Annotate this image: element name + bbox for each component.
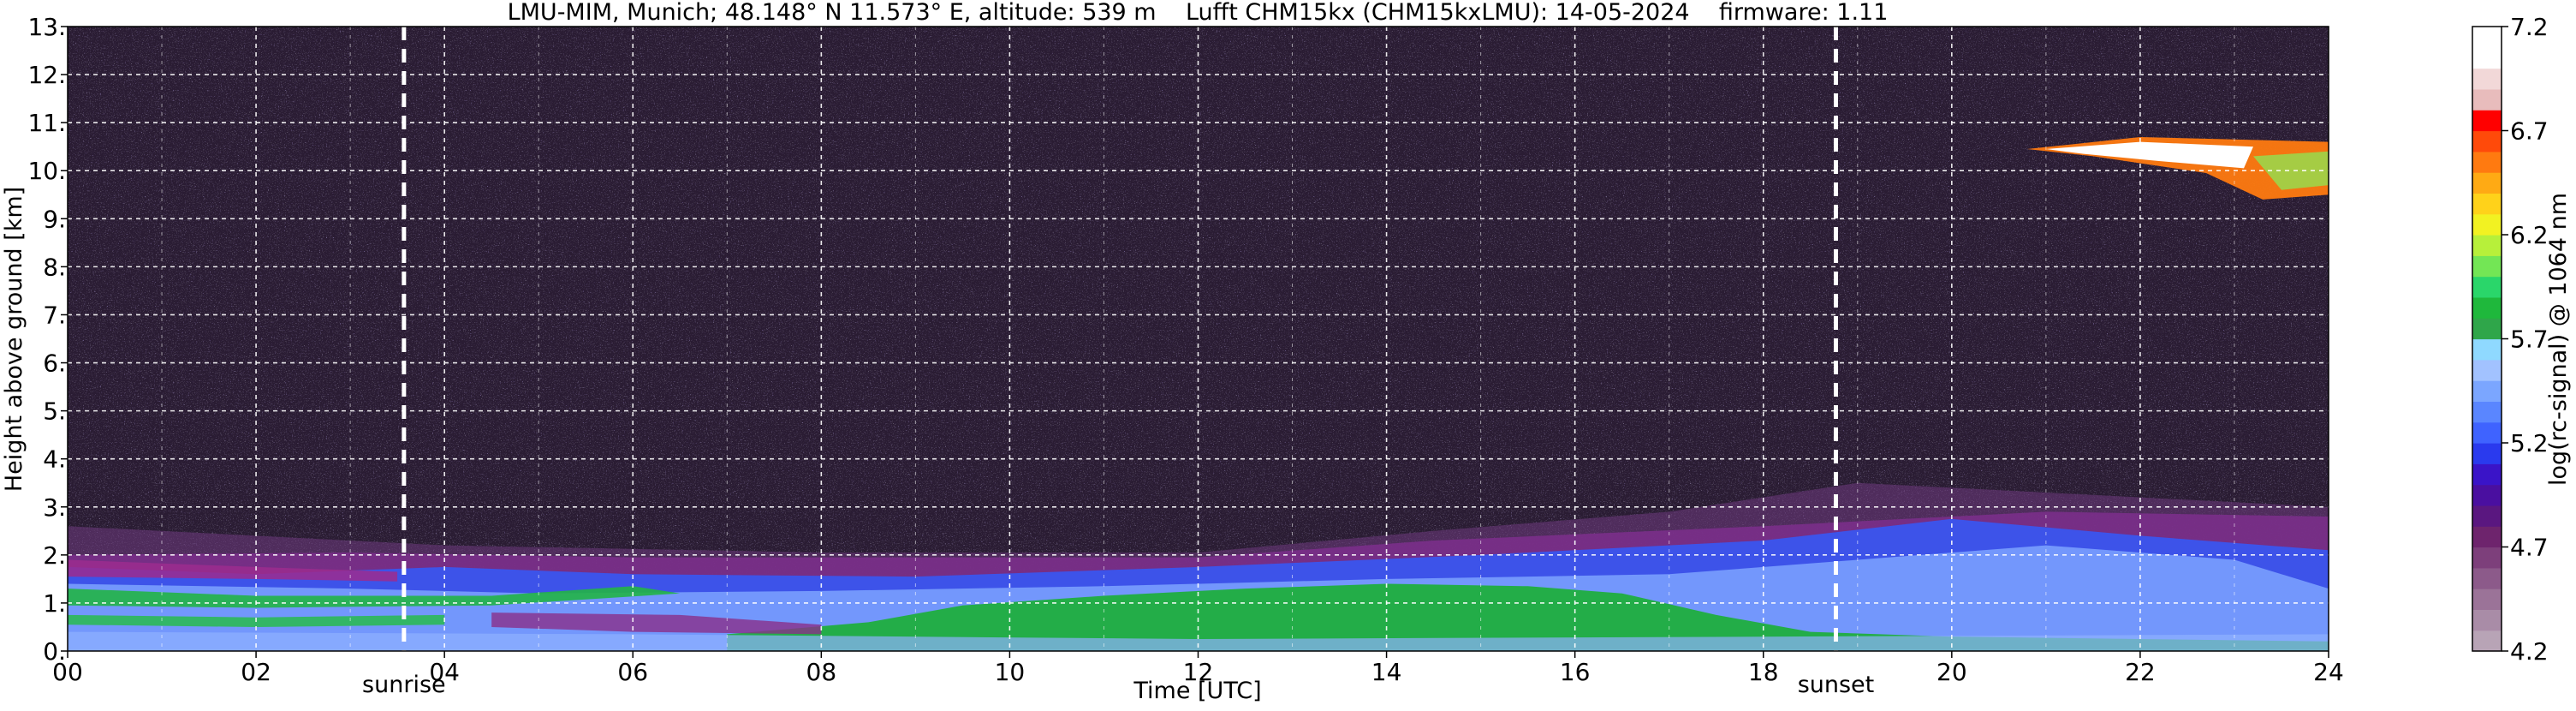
y-tick-label: 5. bbox=[43, 397, 66, 426]
y-axis-label: Height above ground [km] bbox=[1, 187, 27, 492]
y-tick-label: 0. bbox=[43, 637, 66, 666]
colorbar-segment bbox=[2472, 443, 2502, 464]
colorbar-segment bbox=[2472, 359, 2502, 381]
sunset-label: sunset bbox=[1798, 672, 1875, 698]
y-tick-label: 8. bbox=[43, 253, 66, 281]
x-tick-label: 20 bbox=[1936, 658, 1967, 686]
colorbar-segment bbox=[2472, 380, 2502, 402]
colorbar-segment bbox=[2472, 130, 2502, 152]
y-tick-label: 3. bbox=[43, 493, 66, 522]
colorbar-segment bbox=[2472, 338, 2502, 361]
colorbar-segment bbox=[2472, 172, 2502, 194]
colorbar-segment bbox=[2472, 151, 2502, 173]
x-tick-label: 08 bbox=[806, 658, 837, 686]
y-tick-label: 7. bbox=[43, 301, 66, 329]
colorbar-segment bbox=[2472, 213, 2502, 236]
x-tick-label: 06 bbox=[617, 658, 648, 686]
colorbar-segment bbox=[2472, 47, 2502, 69]
colorbar: 4.2 4.7 5.2 5.7 6.2 6.7 7.2 bbox=[2472, 13, 2549, 666]
x-tick-label: 16 bbox=[1560, 658, 1591, 686]
y-tick-label: 12. bbox=[27, 61, 66, 89]
colorbar-tick-label: 5.2 bbox=[2510, 429, 2549, 457]
colorbar-segment bbox=[2472, 193, 2502, 215]
x-axis-label: Time [UTC] bbox=[1133, 678, 1261, 704]
colorbar-segment bbox=[2472, 463, 2502, 486]
lidar-backscatter-chart: sunrise sunset 00 02 04 06 08 10 12 14 16 18 20 22 24… bbox=[0, 0, 2576, 708]
colorbar-segment bbox=[2472, 27, 2502, 48]
chart-svg: sunrise sunset 00 02 04 06 08 10 12 14 16 18 20 22 24… bbox=[1, 0, 2572, 704]
colorbar-segment bbox=[2472, 609, 2502, 631]
colorbar-segment bbox=[2472, 318, 2502, 340]
colorbar-segment bbox=[2472, 296, 2502, 319]
colorbar-segment bbox=[2472, 110, 2502, 132]
colorbar-segment bbox=[2472, 567, 2502, 589]
x-tick-label: 14 bbox=[1371, 658, 1402, 686]
x-tick-label: 02 bbox=[241, 658, 271, 686]
colorbar-label: log(rc-signal) @ 1064 nm bbox=[2545, 193, 2572, 486]
colorbar-segment bbox=[2472, 484, 2502, 506]
chart-title: LMU-MIM, Munich; 48.148° N 11.573° E, al… bbox=[508, 0, 1889, 26]
colorbar-tick-label: 5.7 bbox=[2510, 326, 2549, 354]
y-tick-label: 13. bbox=[27, 13, 66, 41]
y-tick-label: 1. bbox=[43, 589, 66, 618]
y-tick-label: 10. bbox=[27, 157, 66, 185]
colorbar-tick-label: 6.2 bbox=[2510, 221, 2549, 249]
y-tick-label: 11. bbox=[27, 109, 66, 137]
colorbar-segment bbox=[2472, 401, 2502, 423]
colorbar-segment bbox=[2472, 630, 2502, 652]
colorbar-tick-label: 4.2 bbox=[2510, 637, 2549, 666]
colorbar-segment bbox=[2472, 88, 2502, 111]
y-tick-label: 2. bbox=[43, 541, 66, 570]
colorbar-segment bbox=[2472, 255, 2502, 278]
colorbar-tick-label: 7.2 bbox=[2510, 13, 2549, 41]
x-tick-label: 22 bbox=[2125, 658, 2156, 686]
colorbar-segment bbox=[2472, 68, 2502, 90]
y-tick-label: 6. bbox=[43, 350, 66, 378]
colorbar-segment bbox=[2472, 589, 2502, 610]
x-tick-label: 24 bbox=[2313, 658, 2344, 686]
colorbar-segment bbox=[2472, 235, 2502, 256]
colorbar-tick-label: 6.7 bbox=[2510, 117, 2549, 146]
colorbar-segment bbox=[2472, 505, 2502, 527]
y-tick-label: 9. bbox=[43, 205, 66, 233]
colorbar-tick-label: 4.7 bbox=[2510, 534, 2549, 562]
colorbar-segment bbox=[2472, 421, 2502, 444]
y-tick-label: 4. bbox=[43, 445, 66, 474]
x-tick-label: 18 bbox=[1748, 658, 1779, 686]
colorbar-segment bbox=[2472, 547, 2502, 569]
x-tick-label: 10 bbox=[995, 658, 1026, 686]
x-tick-label: 04 bbox=[429, 658, 460, 686]
colorbar-segment bbox=[2472, 276, 2502, 298]
colorbar-segment bbox=[2472, 526, 2502, 548]
